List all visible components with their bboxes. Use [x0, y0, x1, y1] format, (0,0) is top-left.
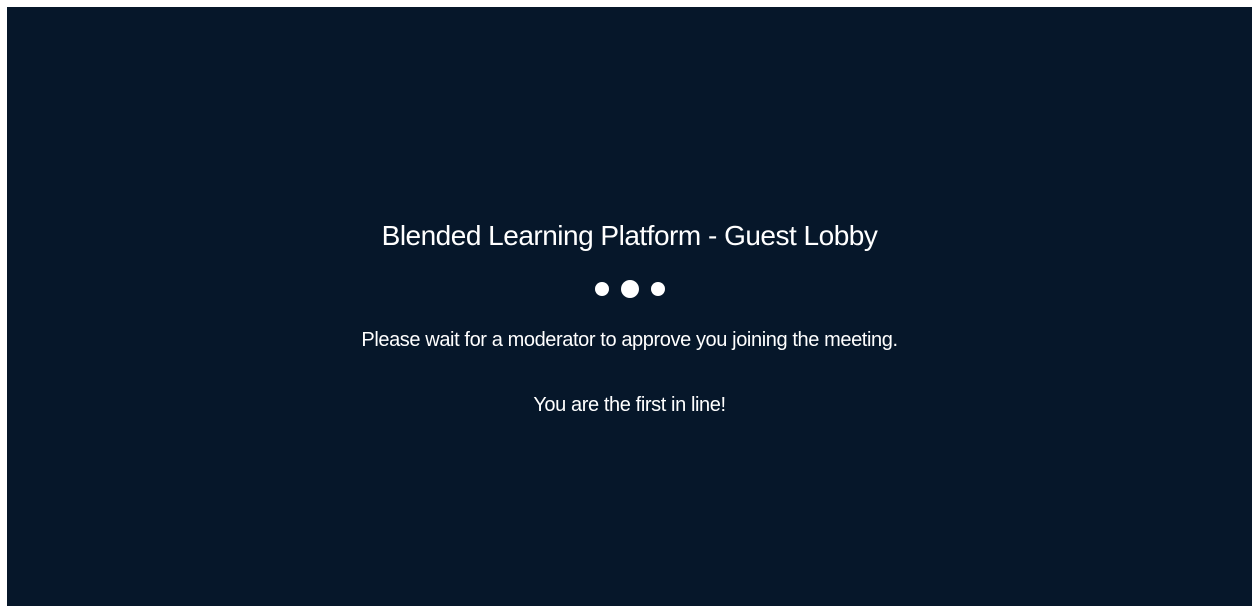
guest-lobby-screen: Blended Learning Platform - Guest Lobby … [7, 7, 1252, 606]
loading-dot-1 [594, 282, 609, 296]
loading-dots-icon [7, 280, 1252, 298]
lobby-content: Blended Learning Platform - Guest Lobby … [7, 7, 1252, 606]
loading-dot-3 [650, 282, 665, 296]
queue-position-text: You are the first in line! [533, 394, 726, 416]
waiting-message: Please wait for a moderator to approve y… [361, 329, 898, 351]
lobby-title: Blended Learning Platform - Guest Lobby [381, 220, 878, 251]
loading-dot-2 [620, 280, 639, 298]
